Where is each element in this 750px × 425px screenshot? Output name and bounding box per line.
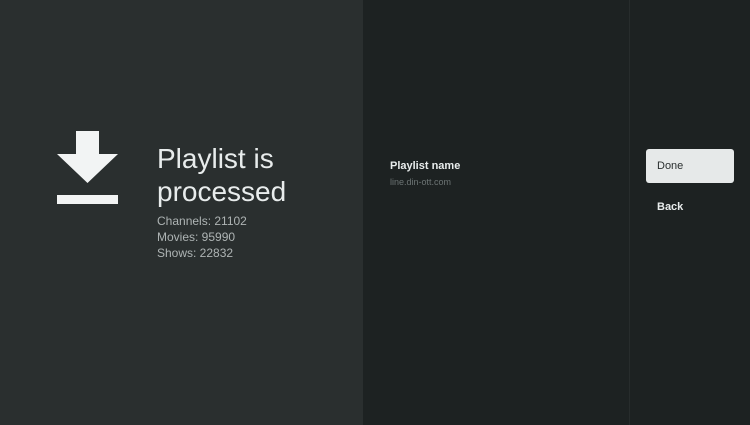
guidance-panel: Playlist is processed Channels: 21102 Mo… (0, 0, 363, 425)
movies-count: Movies: 95990 (157, 230, 236, 244)
guided-step-screen: Playlist is processed Channels: 21102 Mo… (0, 0, 750, 425)
back-button[interactable]: Back (646, 190, 734, 224)
page-title: Playlist is processed (157, 143, 287, 207)
playlist-name-label: Playlist name (390, 160, 461, 172)
actions-panel: Done Back (629, 0, 750, 425)
channels-count: Channels: 21102 (157, 214, 247, 228)
playlist-stats: Channels: 21102 Movies: 95990 Shows: 228… (157, 213, 247, 261)
shows-count: Shows: 22832 (157, 246, 234, 260)
details-panel: Playlist name line.din-ott.com (363, 0, 629, 425)
download-icon (57, 131, 118, 204)
playlist-name-value: line.din-ott.com (390, 177, 452, 187)
done-button[interactable]: Done (646, 149, 734, 183)
